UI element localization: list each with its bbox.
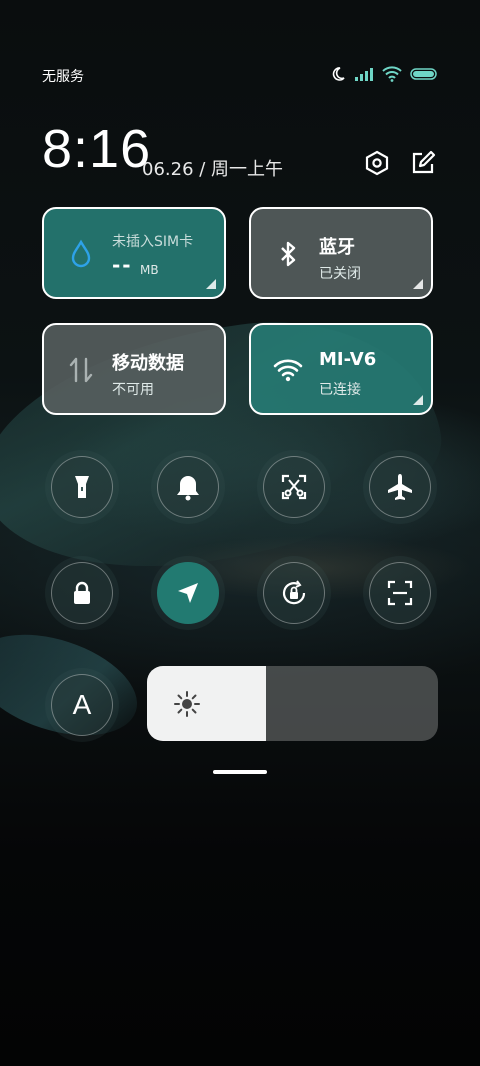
airplane-mode-toggle[interactable] <box>369 456 431 518</box>
collapse-handle[interactable] <box>213 770 267 774</box>
scanner-toggle[interactable] <box>369 562 431 624</box>
wifi-status-icon <box>382 66 402 82</box>
settings-hexagon-icon <box>365 150 389 176</box>
battery-icon <box>410 68 437 80</box>
data-usage-unit: MB <box>140 263 159 277</box>
flashlight-toggle[interactable] <box>51 456 113 518</box>
flashlight-icon <box>75 476 89 498</box>
brightness-slider-fill <box>147 666 267 741</box>
auto-brightness-toggle[interactable]: A <box>51 674 113 736</box>
water-drop-icon <box>71 239 91 268</box>
expand-corner-icon <box>413 395 423 405</box>
wifi-network-name: MI-V6 <box>319 349 377 370</box>
data-usage-value: -- <box>112 253 133 277</box>
status-bar: 无服务 <box>42 62 438 90</box>
mobile-data-status: 不可用 <box>112 382 154 398</box>
signal-icon <box>355 68 373 81</box>
clock-time: 8:16 <box>42 119 152 179</box>
lock-screen-toggle[interactable] <box>51 562 113 624</box>
bluetooth-tile[interactable]: 蓝牙 已关闭 <box>249 207 433 299</box>
bluetooth-label: 蓝牙 <box>319 237 355 258</box>
mobile-data-tile[interactable]: 移动数据 不可用 <box>42 323 226 415</box>
lock-icon <box>74 581 90 604</box>
carrier-text: 无服务 <box>42 69 84 85</box>
bell-icon <box>177 476 199 501</box>
screenshot-toggle[interactable] <box>263 456 325 518</box>
bluetooth-icon <box>281 241 296 267</box>
sun-icon <box>174 691 200 717</box>
expand-corner-icon <box>206 279 216 289</box>
airplane-icon <box>388 474 412 500</box>
ring-toggle[interactable] <box>157 456 219 518</box>
brightness-slider[interactable] <box>147 666 438 741</box>
location-icon <box>178 583 198 603</box>
moon-icon <box>332 67 345 81</box>
mobile-data-arrows-icon <box>69 357 93 383</box>
edit-icon <box>412 150 436 174</box>
settings-button[interactable] <box>364 150 390 176</box>
data-usage-label: 未插入SIM卡 <box>112 234 194 250</box>
wifi-status: 已连接 <box>319 382 361 398</box>
location-toggle[interactable] <box>157 562 219 624</box>
auto-brightness-label: A <box>72 689 92 720</box>
wifi-icon <box>273 359 303 382</box>
edit-button[interactable] <box>410 150 436 176</box>
auto-rotate-icon <box>282 580 306 605</box>
scan-icon <box>387 580 413 606</box>
mobile-data-label: 移动数据 <box>112 353 184 374</box>
wifi-tile[interactable]: MI-V6 已连接 <box>249 323 433 415</box>
data-usage-tile[interactable]: 未插入SIM卡 -- MB <box>42 207 226 299</box>
rotation-lock-toggle[interactable] <box>263 562 325 624</box>
status-icons <box>330 66 438 82</box>
bluetooth-status: 已关闭 <box>319 266 361 282</box>
clock-date: 06.26 / 周一上午 <box>142 159 284 180</box>
expand-corner-icon <box>413 279 423 289</box>
screenshot-icon <box>281 474 307 500</box>
